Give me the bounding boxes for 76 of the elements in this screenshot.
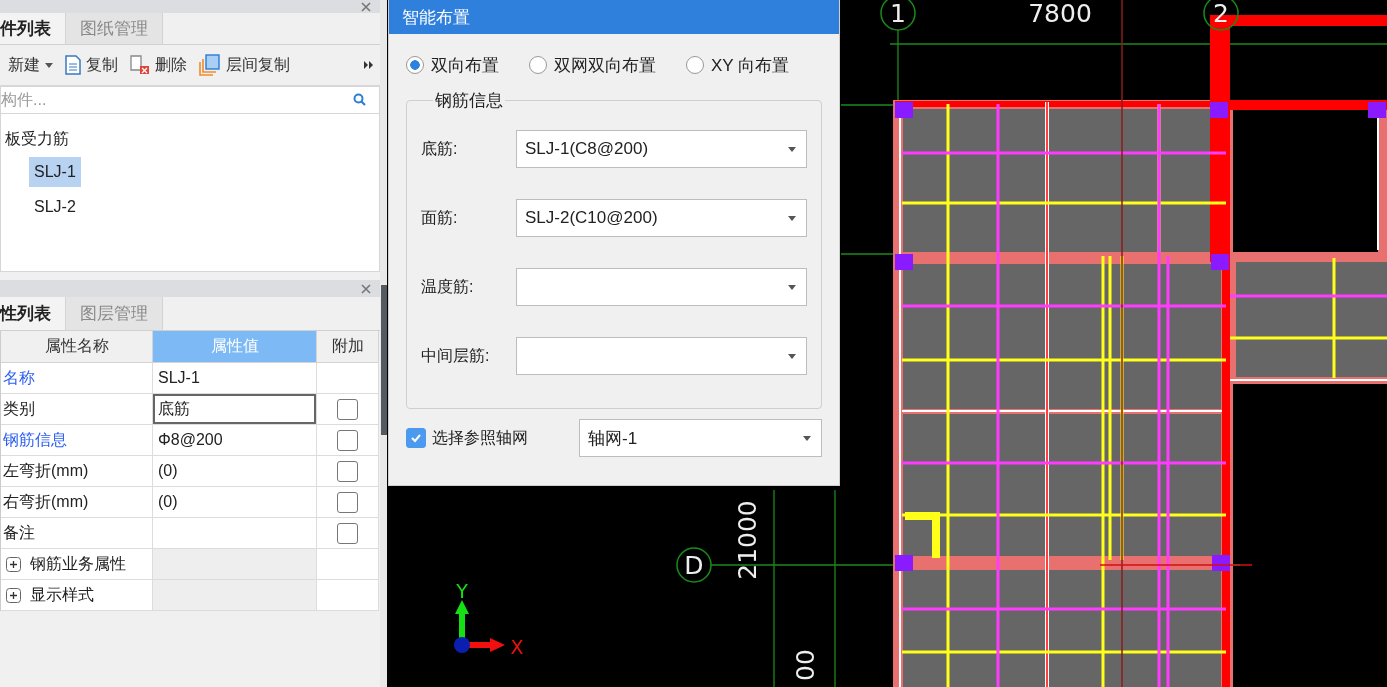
property-name: 左弯折(mm) bbox=[1, 456, 153, 487]
search-field[interactable]: 构件... bbox=[0, 86, 380, 114]
caret-icon bbox=[788, 215, 796, 221]
property-value-cell[interactable] bbox=[153, 518, 317, 549]
radio-icon[interactable] bbox=[529, 56, 547, 74]
property-value-cell[interactable]: (0) bbox=[153, 456, 317, 487]
checkbox-option[interactable]: 选择参照轴网 bbox=[406, 427, 579, 449]
axis-label: X bbox=[510, 636, 524, 658]
toolbar-button[interactable]: 新建 bbox=[5, 52, 56, 78]
caret-icon bbox=[788, 284, 796, 290]
more-icon[interactable] bbox=[364, 61, 374, 69]
group-title: 钢筋信息 bbox=[434, 90, 504, 112]
toolbar-button[interactable]: 层间复制 bbox=[196, 52, 293, 78]
ucs-axes-icon bbox=[454, 600, 505, 653]
field-label: 温度筋: bbox=[421, 276, 475, 297]
axis-label: Y bbox=[456, 580, 468, 602]
radio-option[interactable]: XY 向布置 bbox=[686, 53, 790, 77]
dialog-title: 智能布置 bbox=[389, 0, 839, 34]
property-name: 右弯折(mm) bbox=[1, 487, 153, 518]
property-name: 名称 bbox=[1, 363, 153, 394]
axis-label: D bbox=[684, 551, 704, 580]
property-value-cell[interactable]: SLJ-1 bbox=[153, 363, 317, 394]
dropdown-field[interactable] bbox=[516, 268, 807, 306]
caret-icon bbox=[45, 62, 53, 68]
column-header[interactable]: 属性名称 bbox=[1, 331, 153, 363]
property-value-cell[interactable]: 底筋 bbox=[153, 394, 317, 425]
toolbar-button[interactable]: 复制 bbox=[62, 52, 121, 78]
document-icon bbox=[65, 55, 81, 75]
delete-document-icon bbox=[130, 55, 150, 75]
axis-bubble bbox=[880, 0, 916, 31]
caret-icon bbox=[788, 146, 796, 152]
field-label: 面筋: bbox=[421, 207, 459, 228]
close-icon[interactable] bbox=[361, 1, 371, 12]
toolbar-button[interactable]: 删除 bbox=[127, 52, 190, 78]
property-group-label: 钢筋业务属性 bbox=[30, 553, 126, 574]
checkbox[interactable] bbox=[337, 460, 358, 482]
property-name: 备注 bbox=[1, 518, 153, 549]
field-label: 底筋: bbox=[421, 138, 459, 159]
checkbox[interactable] bbox=[406, 428, 426, 448]
axis-label: 1 bbox=[890, 0, 906, 28]
axis-bubble bbox=[676, 547, 712, 583]
splitter-handle[interactable] bbox=[381, 285, 387, 435]
tree-item[interactable]: 板受力筋 bbox=[1, 126, 69, 152]
close-icon[interactable] bbox=[361, 283, 371, 294]
caret-icon bbox=[803, 435, 811, 441]
dimension-text: 00 bbox=[791, 649, 820, 681]
dropdown-field[interactable]: SLJ-2(C10@200) bbox=[516, 199, 807, 237]
plus-box-icon[interactable] bbox=[6, 587, 21, 603]
property-value-cell[interactable]: (0) bbox=[153, 487, 317, 518]
dropdown-field[interactable]: SLJ-1(C8@200) bbox=[516, 130, 807, 168]
radio-icon[interactable] bbox=[406, 56, 424, 74]
dimension-text: 21000 bbox=[733, 500, 762, 580]
checkbox[interactable] bbox=[337, 429, 358, 451]
dimension-text: 7800 bbox=[1028, 0, 1092, 28]
property-group-label: 显示样式 bbox=[30, 584, 94, 605]
property-name: 类别 bbox=[1, 394, 153, 425]
field-label: 中间层筋: bbox=[421, 345, 491, 366]
radio-option[interactable]: 双向布置 bbox=[406, 53, 499, 77]
column-header[interactable]: 附加 bbox=[317, 331, 379, 363]
checkbox[interactable] bbox=[337, 491, 358, 513]
checkbox[interactable] bbox=[337, 398, 358, 420]
panel-tab[interactable]: 件列表 bbox=[0, 13, 66, 44]
radio-icon[interactable] bbox=[686, 56, 704, 74]
layers-icon bbox=[199, 54, 221, 76]
plus-box-icon[interactable] bbox=[6, 556, 21, 572]
search-icon[interactable] bbox=[353, 93, 366, 106]
tree-item[interactable]: SLJ-2 bbox=[29, 192, 81, 222]
tree-item[interactable]: SLJ-1 bbox=[29, 157, 81, 187]
checkbox[interactable] bbox=[337, 522, 358, 544]
property-value-cell[interactable]: Φ8@200 bbox=[153, 425, 317, 456]
caret-icon bbox=[788, 353, 796, 359]
property-name: 钢筋信息 bbox=[1, 425, 153, 456]
panel-tab[interactable]: 性列表 bbox=[0, 297, 66, 330]
dropdown-field[interactable]: 轴网-1 bbox=[579, 419, 822, 457]
dropdown-field[interactable] bbox=[516, 337, 807, 375]
radio-option[interactable]: 双网双向布置 bbox=[529, 53, 656, 77]
